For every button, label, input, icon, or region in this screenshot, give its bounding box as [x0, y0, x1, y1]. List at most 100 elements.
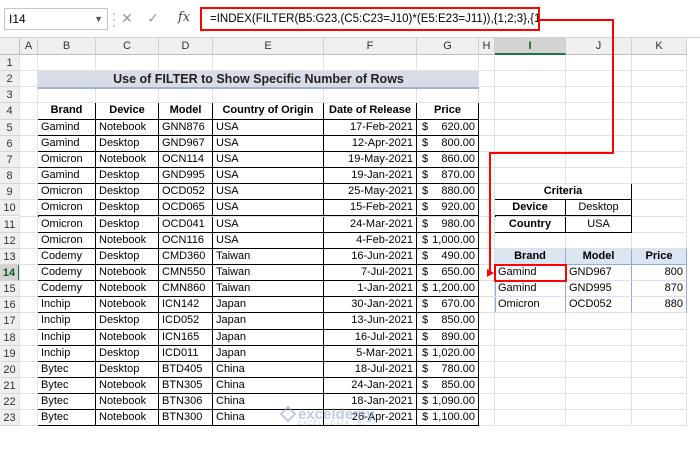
table-cell[interactable]: USA: [213, 232, 324, 249]
row-header-17[interactable]: 17: [0, 313, 20, 330]
table-cell[interactable]: BTN300: [159, 410, 213, 427]
table-cell[interactable]: $850.00: [417, 378, 479, 395]
table-cell[interactable]: CMD360: [159, 248, 213, 265]
column-header-a[interactable]: A: [20, 38, 38, 55]
table-cell[interactable]: Omicron: [38, 232, 96, 249]
table-cell[interactable]: CMN860: [159, 281, 213, 298]
table-cell[interactable]: Desktop: [96, 184, 159, 201]
row-header-15[interactable]: 15: [0, 281, 20, 298]
select-all-corner[interactable]: [0, 38, 20, 55]
table-cell[interactable]: Notebook: [96, 329, 159, 346]
column-header-c[interactable]: C: [96, 38, 159, 55]
table-cell[interactable]: 12-Apr-2021: [324, 135, 417, 152]
table-cell[interactable]: OCN114: [159, 151, 213, 169]
table-cell[interactable]: Notebook: [96, 410, 159, 427]
table-cell[interactable]: Codemy: [38, 248, 96, 265]
column-header-k[interactable]: K: [632, 38, 687, 55]
table-cell[interactable]: Desktop: [96, 216, 159, 233]
row-header-22[interactable]: 22: [0, 394, 20, 411]
table-cell[interactable]: OCN116: [159, 232, 213, 249]
table-cell[interactable]: Japan: [213, 329, 324, 346]
table-cell[interactable]: Notebook: [96, 281, 159, 298]
table-cell[interactable]: 4-Feb-2021: [324, 232, 417, 249]
formula-input[interactable]: =INDEX(FILTER(B5:G23,(C5:C23=J10)*(E5:E2…: [200, 7, 540, 31]
table-cell[interactable]: Desktop: [96, 345, 159, 362]
table-cell[interactable]: USA: [213, 135, 324, 152]
table-cell[interactable]: $1,000.00: [417, 232, 479, 249]
x-icon[interactable]: ✕: [120, 8, 134, 28]
table-cell[interactable]: Taiwan: [213, 248, 324, 265]
table-cell[interactable]: 30-Jan-2021: [324, 297, 417, 314]
table-cell[interactable]: 24-Mar-2021: [324, 216, 417, 233]
column-header-b[interactable]: B: [38, 38, 96, 55]
table-cell[interactable]: Omicron: [38, 184, 96, 201]
table-cell[interactable]: OCD065: [159, 200, 213, 217]
table-cell[interactable]: $780.00: [417, 361, 479, 378]
column-header-g[interactable]: G: [417, 38, 479, 55]
row-header-3[interactable]: 3: [0, 87, 20, 104]
row-header-12[interactable]: 12: [0, 232, 20, 249]
table-cell[interactable]: Japan: [213, 297, 324, 314]
result-cell[interactable]: Gamind: [495, 281, 566, 298]
table-cell[interactable]: $1,020.00: [417, 345, 479, 362]
table-cell[interactable]: 19-Jan-2021: [324, 168, 417, 185]
table-cell[interactable]: Inchip: [38, 329, 96, 346]
row-header-6[interactable]: 6: [0, 135, 20, 152]
table-cell[interactable]: $860.00: [417, 151, 479, 169]
table-cell[interactable]: Desktop: [96, 168, 159, 185]
table-cell[interactable]: 19-May-2021: [324, 151, 417, 169]
table-cell[interactable]: Desktop: [96, 135, 159, 152]
fx-icon[interactable]: fx: [176, 8, 192, 28]
table-cell[interactable]: Taiwan: [213, 281, 324, 298]
table-cell[interactable]: USA: [213, 184, 324, 201]
table-cell[interactable]: USA: [213, 216, 324, 233]
result-cell[interactable]: 870: [632, 281, 687, 298]
table-cell[interactable]: Bytec: [38, 410, 96, 427]
table-cell[interactable]: OCD052: [159, 184, 213, 201]
row-header-10[interactable]: 10: [0, 200, 20, 217]
row-header-7[interactable]: 7: [0, 151, 20, 169]
table-cell[interactable]: Notebook: [96, 378, 159, 395]
table-cell[interactable]: Inchip: [38, 313, 96, 330]
table-cell[interactable]: GND995: [159, 168, 213, 185]
table-cell[interactable]: $620.00: [417, 119, 479, 136]
table-cell[interactable]: Notebook: [96, 264, 159, 282]
result-cell[interactable]: 880: [632, 297, 687, 314]
table-cell[interactable]: China: [213, 378, 324, 395]
table-cell[interactable]: Codemy: [38, 264, 96, 282]
table-cell[interactable]: China: [213, 361, 324, 378]
column-header-h[interactable]: H: [479, 38, 495, 55]
table-cell[interactable]: $1,200.00: [417, 281, 479, 298]
table-cell[interactable]: USA: [213, 119, 324, 136]
table-cell[interactable]: 18-Jul-2021: [324, 361, 417, 378]
row-header-13[interactable]: 13: [0, 248, 20, 265]
table-cell[interactable]: Omicron: [38, 216, 96, 233]
table-cell[interactable]: Bytec: [38, 394, 96, 411]
row-header-16[interactable]: 16: [0, 297, 20, 314]
table-cell[interactable]: $890.00: [417, 329, 479, 346]
table-cell[interactable]: $650.00: [417, 264, 479, 282]
table-cell[interactable]: OCD041: [159, 216, 213, 233]
check-icon[interactable]: ✓: [146, 8, 160, 28]
table-cell[interactable]: $1,100.00: [417, 410, 479, 427]
table-cell[interactable]: 13-Jun-2021: [324, 313, 417, 330]
table-cell[interactable]: $1,090.00: [417, 394, 479, 411]
result-cell[interactable]: GND995: [566, 281, 632, 298]
table-cell[interactable]: Omicron: [38, 151, 96, 169]
table-cell[interactable]: BTN305: [159, 378, 213, 395]
column-header-e[interactable]: E: [213, 38, 324, 55]
chevron-down-icon[interactable]: ▼: [94, 9, 103, 29]
table-cell[interactable]: ICD052: [159, 313, 213, 330]
table-cell[interactable]: USA: [213, 200, 324, 217]
table-cell[interactable]: Bytec: [38, 378, 96, 395]
active-cell-highlight[interactable]: [494, 263, 567, 283]
result-cell[interactable]: GND967: [566, 264, 632, 282]
table-cell[interactable]: Taiwan: [213, 264, 324, 282]
table-cell[interactable]: ICN142: [159, 297, 213, 314]
name-box[interactable]: I14 ▼: [4, 8, 108, 30]
row-header-19[interactable]: 19: [0, 345, 20, 362]
table-cell[interactable]: Gamind: [38, 119, 96, 136]
table-cell[interactable]: Codemy: [38, 281, 96, 298]
row-header-9[interactable]: 9: [0, 184, 20, 201]
table-cell[interactable]: Gamind: [38, 135, 96, 152]
